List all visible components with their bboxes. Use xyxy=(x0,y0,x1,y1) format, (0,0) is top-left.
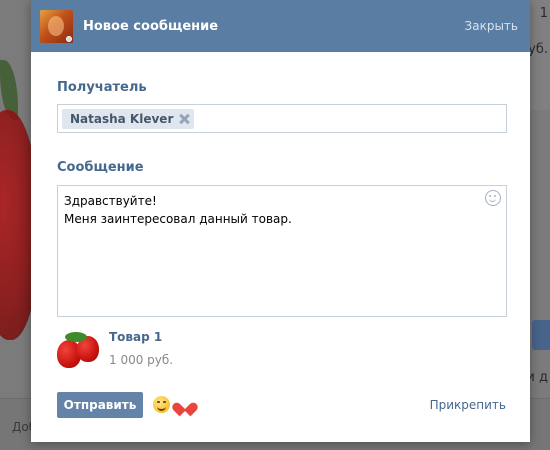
attached-product: Товар 1 1 000 руб. xyxy=(57,328,173,372)
recipient-chip-name: Natasha Klever xyxy=(70,112,174,126)
dialog-header: Новое сообщение Закрыть xyxy=(31,0,530,52)
recipient-field[interactable]: Natasha Klever xyxy=(57,104,507,133)
send-button[interactable]: Отправить xyxy=(57,392,143,418)
emoji-picker-icon[interactable] xyxy=(485,190,501,206)
message-textarea[interactable]: Здравствуйте! Меня заинтересовал данный … xyxy=(57,185,507,317)
background-text-1: 1 xyxy=(539,6,548,21)
new-message-dialog: Новое сообщение Закрыть Получатель Natas… xyxy=(31,0,530,442)
background-text-2: уб. xyxy=(528,42,548,57)
remove-recipient-icon[interactable] xyxy=(178,113,190,125)
message-line: Здравствуйте! xyxy=(64,194,157,208)
product-info: Товар 1 1 000 руб. xyxy=(109,328,173,372)
attach-link[interactable]: Прикрепить xyxy=(430,398,506,412)
online-status-icon xyxy=(66,35,72,42)
recipient-chip[interactable]: Natasha Klever xyxy=(62,109,195,129)
strawberry-image[interactable] xyxy=(57,328,101,372)
heart-emoji-icon[interactable] xyxy=(177,397,193,412)
message-label: Сообщение xyxy=(57,160,144,175)
recipient-label: Получатель xyxy=(57,80,147,95)
product-price: 1 000 руб. xyxy=(109,353,174,367)
dialog-title: Новое сообщение xyxy=(83,18,219,34)
smile-emoji-icon[interactable] xyxy=(153,396,170,413)
leaf-shape xyxy=(65,332,87,342)
background-button xyxy=(532,320,550,350)
avatar[interactable] xyxy=(40,9,73,43)
product-name-link[interactable]: Товар 1 xyxy=(109,330,173,344)
close-link[interactable]: Закрыть xyxy=(465,19,518,33)
message-line: Меня заинтересовал данный товар. xyxy=(64,212,292,226)
